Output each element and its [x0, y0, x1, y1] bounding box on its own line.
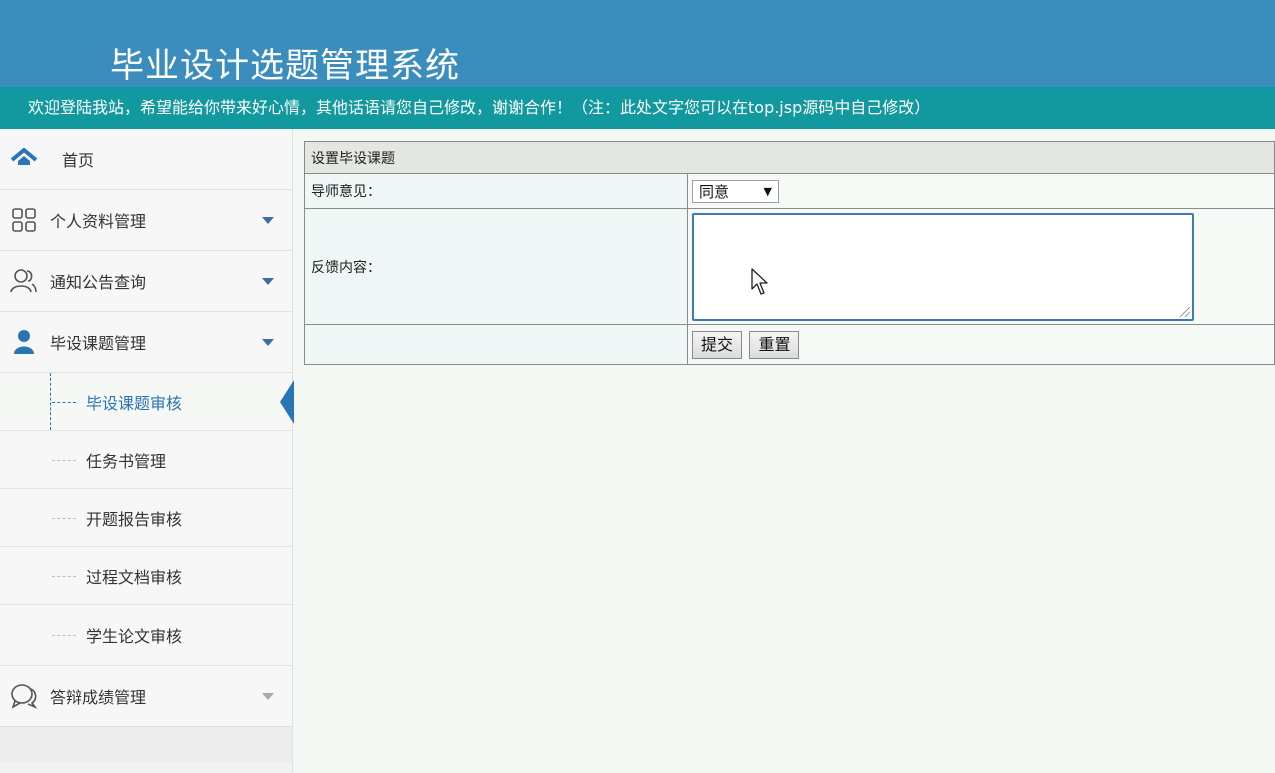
- sidebar-item-profile[interactable]: 个人资料管理: [0, 190, 292, 251]
- form-caption: 设置毕设课题: [304, 141, 1275, 174]
- sidebar-item-label: 首页: [62, 151, 95, 170]
- mouse-cursor-icon: [751, 268, 768, 295]
- submenu-item-topic-review[interactable]: 毕设课题审核: [0, 373, 294, 431]
- welcome-bar: 欢迎登陆我站，希望能给你带来好心情，其他话语请您自己修改，谢谢合作！（注：此处文…: [0, 87, 1275, 129]
- opinion-select-value: 同意: [699, 182, 730, 201]
- sidebar-item-label: 毕设课题管理: [50, 334, 147, 353]
- submit-button[interactable]: 提交: [692, 330, 743, 359]
- submenu-item-task-book[interactable]: 任务书管理: [0, 431, 292, 489]
- chevron-down-icon[interactable]: [262, 278, 274, 285]
- grid-icon: [10, 206, 38, 234]
- submenu-item-label: 开题报告审核: [86, 509, 183, 529]
- sidebar-item-label: 答辩成绩管理: [50, 688, 147, 707]
- sidebar-item-label: 通知公告查询: [50, 273, 147, 292]
- submenu-item-process-docs[interactable]: 过程文档审核: [0, 547, 292, 605]
- sidebar-item-notices[interactable]: 通知公告查询: [0, 251, 292, 312]
- topic-form: 设置毕设课题 导师意见： 同意 ▼ 反馈内容： 提交 重置: [304, 141, 1275, 365]
- active-indicator: [280, 380, 294, 424]
- home-icon: [10, 145, 38, 173]
- chevron-down-icon[interactable]: [262, 339, 274, 346]
- sidebar-item-home[interactable]: 首页: [0, 129, 292, 190]
- submenu-item-label: 任务书管理: [86, 451, 167, 471]
- sidebar-item-topics[interactable]: 毕设课题管理: [0, 312, 292, 373]
- sidebar-item-defense[interactable]: 答辩成绩管理: [0, 666, 292, 727]
- sidebar-item-label: 个人资料管理: [50, 212, 147, 231]
- submenu-item-proposal-review[interactable]: 开题报告审核: [0, 489, 292, 547]
- chat-icon: [10, 682, 38, 710]
- submenu-item-label: 过程文档审核: [86, 567, 183, 587]
- submenu-item-label: 毕设课题审核: [86, 393, 183, 413]
- resize-grip-icon[interactable]: [1180, 306, 1190, 317]
- sidebar: 首页 个人资料管理 通知公告查询 毕设课题管理 毕设课题审核 任务书管理 开题报…: [0, 129, 294, 773]
- submenu-topics: 毕设课题审核 任务书管理 开题报告审核 过程文档审核 学生论文审核: [0, 373, 294, 666]
- submenu-item-thesis-review[interactable]: 学生论文审核: [0, 605, 292, 665]
- app-title: 毕业设计选题管理系统: [110, 46, 460, 86]
- feedback-label: 反馈内容：: [304, 208, 688, 325]
- opinion-label: 导师意见：: [304, 173, 688, 209]
- opinion-select[interactable]: 同意 ▼: [692, 179, 779, 203]
- users-icon: [10, 267, 38, 295]
- chevron-down-icon[interactable]: [262, 217, 274, 224]
- user-icon: [10, 328, 38, 356]
- app-header: 毕业设计选题管理系统: [0, 0, 1275, 87]
- feedback-textarea[interactable]: [692, 212, 1194, 321]
- reset-button[interactable]: 重置: [749, 330, 800, 359]
- submenu-item-label: 学生论文审核: [86, 627, 183, 646]
- dropdown-arrow-icon: ▼: [763, 184, 772, 198]
- chevron-down-icon[interactable]: [262, 693, 274, 700]
